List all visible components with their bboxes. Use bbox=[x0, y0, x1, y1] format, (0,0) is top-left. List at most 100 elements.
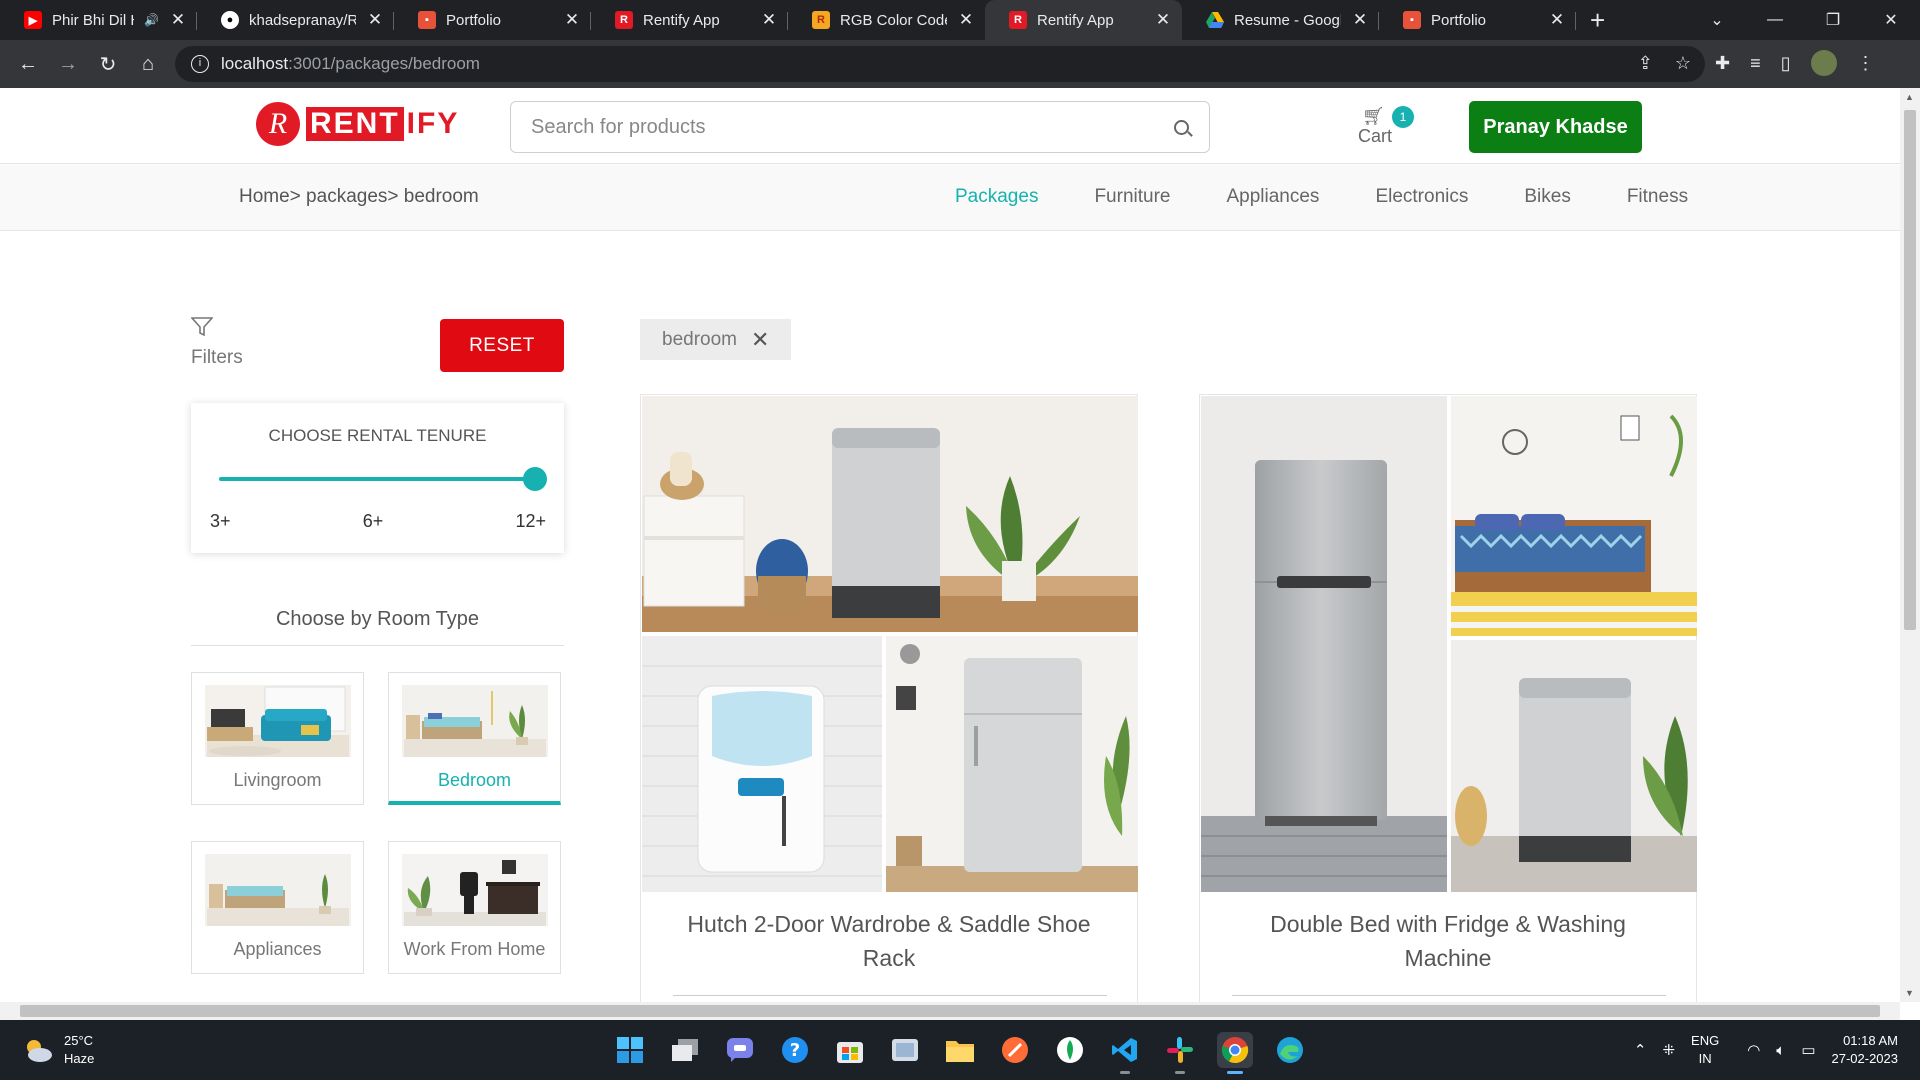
share-icon[interactable]: ⇪ bbox=[1638, 53, 1653, 74]
slack-icon[interactable] bbox=[1162, 1032, 1198, 1074]
file-explorer-icon[interactable] bbox=[942, 1032, 978, 1068]
site-info-icon[interactable]: i bbox=[191, 55, 209, 73]
rentify-logo[interactable]: R RENT IFY bbox=[256, 102, 459, 146]
close-icon[interactable]: ✕ bbox=[957, 10, 975, 30]
browser-tab[interactable]: R RGB Color Codes ✕ bbox=[788, 0, 985, 40]
chip-remove-icon[interactable]: ✕ bbox=[751, 327, 769, 353]
tenure-slider-handle[interactable] bbox=[523, 467, 547, 491]
show-hidden-icons-icon[interactable]: ⌃ bbox=[1634, 1041, 1647, 1059]
weather-widget[interactable]: 25°C Haze bbox=[22, 1032, 94, 1068]
logo-wordmark: RENT IFY bbox=[306, 107, 459, 141]
close-icon[interactable]: ✕ bbox=[1548, 10, 1566, 30]
reload-icon[interactable]: ↻ bbox=[88, 52, 128, 77]
date: 27-02-2023 bbox=[1831, 1051, 1899, 1066]
back-icon[interactable]: ← bbox=[8, 53, 48, 76]
url-host: localhost bbox=[221, 54, 289, 73]
postman-icon[interactable] bbox=[997, 1032, 1033, 1068]
browser-tab[interactable]: ▶ Phir Bhi Dil Ha 🔊 ✕ bbox=[0, 0, 197, 40]
cart-button[interactable]: 🛒︎ Cart 1 bbox=[1358, 106, 1418, 150]
room-card-bedroom[interactable]: Bedroom bbox=[388, 672, 561, 805]
window-controls: ⌄ — ❐ ✕ bbox=[1688, 0, 1920, 40]
bookmark-star-icon[interactable]: ☆ bbox=[1675, 53, 1691, 74]
product-name[interactable]: Hutch 2-Door Wardrobe & Saddle Shoe Rack bbox=[681, 907, 1097, 975]
vscode-icon[interactable] bbox=[1107, 1032, 1143, 1074]
edge-icon[interactable] bbox=[1272, 1032, 1308, 1068]
chrome-icon[interactable] bbox=[1217, 1032, 1253, 1074]
rental-tenure-card: CHOOSE RENTAL TENURE 3+ 6+ 12+ bbox=[191, 403, 564, 553]
product-card[interactable]: Double Bed with Fridge & Washing Machine bbox=[1199, 394, 1697, 1002]
browser-tab-active[interactable]: R Rentify App ✕ bbox=[985, 0, 1182, 40]
close-icon[interactable]: ✕ bbox=[1154, 10, 1172, 30]
browser-tab[interactable]: ▪ Portfolio ✕ bbox=[1379, 0, 1576, 40]
product-name[interactable]: Double Bed with Fridge & Washing Machine bbox=[1240, 907, 1656, 975]
new-tab-button[interactable]: + bbox=[1590, 0, 1605, 40]
product-card[interactable]: Hutch 2-Door Wardrobe & Saddle Shoe Rack bbox=[640, 394, 1138, 1002]
scrollbar-thumb[interactable] bbox=[20, 1005, 1880, 1017]
browser-tab-strip: ▶ Phir Bhi Dil Ha 🔊 ✕ ● khadsepranay/Re … bbox=[0, 0, 1920, 40]
page-viewport: R RENT IFY 🛒︎ Cart 1 Pranay Khadse Home>… bbox=[0, 88, 1900, 1002]
microsoft-store-icon[interactable] bbox=[832, 1032, 868, 1068]
close-icon[interactable]: ✕ bbox=[366, 10, 384, 30]
close-icon[interactable]: ✕ bbox=[169, 10, 187, 30]
tenure-tick[interactable]: 6+ bbox=[363, 511, 384, 532]
profile-avatar[interactable] bbox=[1810, 50, 1837, 76]
horizontal-scrollbar[interactable] bbox=[0, 1002, 1900, 1020]
help-icon[interactable]: ? bbox=[777, 1032, 813, 1068]
home-icon[interactable]: ⌂ bbox=[128, 53, 168, 76]
language-indicator[interactable]: ENG IN bbox=[1691, 1032, 1719, 1068]
vertical-scrollbar[interactable]: ▲ ▼ bbox=[1900, 88, 1920, 1002]
browser-tab[interactable]: ▪ Portfolio ✕ bbox=[394, 0, 591, 40]
tab-search-icon[interactable]: ⌄ bbox=[1688, 10, 1746, 30]
tenure-tick[interactable]: 12+ bbox=[515, 511, 546, 532]
tab-title: Resume - Google bbox=[1234, 11, 1341, 29]
mongodb-compass-icon[interactable] bbox=[1052, 1032, 1088, 1068]
nav-appliances[interactable]: Appliances bbox=[1226, 186, 1319, 208]
snipping-tool-icon[interactable] bbox=[887, 1032, 923, 1068]
teams-chat-icon[interactable] bbox=[722, 1032, 758, 1068]
nav-bikes[interactable]: Bikes bbox=[1524, 186, 1570, 208]
address-bar[interactable]: i localhost:3001/packages/bedroom ⇪ ☆ bbox=[175, 46, 1705, 82]
nav-packages[interactable]: Packages bbox=[955, 186, 1038, 208]
nav-fitness[interactable]: Fitness bbox=[1627, 186, 1688, 208]
room-card-work-from-home[interactable]: Work From Home bbox=[388, 841, 561, 974]
close-window-button[interactable]: ✕ bbox=[1862, 10, 1920, 30]
close-icon[interactable]: ✕ bbox=[760, 10, 778, 30]
task-view-icon[interactable] bbox=[667, 1032, 703, 1068]
media-control-icon[interactable]: ≡ bbox=[1750, 53, 1761, 74]
wifi-icon[interactable]: ◠ bbox=[1747, 1041, 1760, 1059]
reset-button[interactable]: RESET bbox=[440, 319, 564, 372]
tenure-tick[interactable]: 3+ bbox=[210, 511, 231, 532]
youtube-icon: ▶ bbox=[24, 11, 42, 29]
menu-kebab-icon[interactable]: ⋮ bbox=[1857, 53, 1875, 74]
nav-furniture[interactable]: Furniture bbox=[1094, 186, 1170, 208]
room-type-title: Choose by Room Type bbox=[275, 608, 480, 630]
browser-tab[interactable]: Resume - Google ✕ bbox=[1182, 0, 1379, 40]
scrollbar-thumb[interactable] bbox=[1904, 110, 1916, 630]
windows-start-icon[interactable] bbox=[612, 1032, 648, 1068]
close-icon[interactable]: ✕ bbox=[1351, 10, 1369, 30]
search-icon[interactable] bbox=[1174, 119, 1189, 135]
battery-icon[interactable]: ▭ bbox=[1801, 1041, 1815, 1059]
room-card-appliances[interactable]: Appliances bbox=[191, 841, 364, 974]
slack-tray-icon[interactable]: ⁜ bbox=[1662, 1041, 1675, 1059]
minimize-button[interactable]: — bbox=[1746, 11, 1804, 29]
tenure-slider-track[interactable] bbox=[219, 477, 539, 481]
browser-tab[interactable]: ● khadsepranay/Re ✕ bbox=[197, 0, 394, 40]
portfolio-icon: ▪ bbox=[1403, 11, 1421, 29]
room-label: Appliances bbox=[233, 939, 322, 959]
restore-button[interactable]: ❐ bbox=[1804, 10, 1862, 30]
room-card-livingroom[interactable]: Livingroom bbox=[191, 672, 364, 805]
clock[interactable]: 01:18 AM 27-02-2023 bbox=[1832, 1032, 1899, 1068]
audio-icon[interactable]: 🔊 bbox=[144, 13, 159, 27]
search-input[interactable] bbox=[531, 115, 1174, 139]
close-icon[interactable]: ✕ bbox=[563, 10, 581, 30]
volume-icon[interactable]: 🔈︎ bbox=[1776, 1042, 1785, 1059]
extensions-puzzle-icon[interactable]: ✚ bbox=[1715, 53, 1730, 74]
browser-tab[interactable]: R Rentify App ✕ bbox=[591, 0, 788, 40]
nav-electronics[interactable]: Electronics bbox=[1375, 186, 1468, 208]
side-panel-icon[interactable]: ▯ bbox=[1781, 53, 1791, 74]
user-account-button[interactable]: Pranay Khadse bbox=[1469, 101, 1642, 153]
forward-icon[interactable]: → bbox=[48, 53, 88, 76]
scroll-up-icon[interactable]: ▲ bbox=[1905, 92, 1914, 102]
scroll-down-icon[interactable]: ▼ bbox=[1905, 988, 1914, 998]
